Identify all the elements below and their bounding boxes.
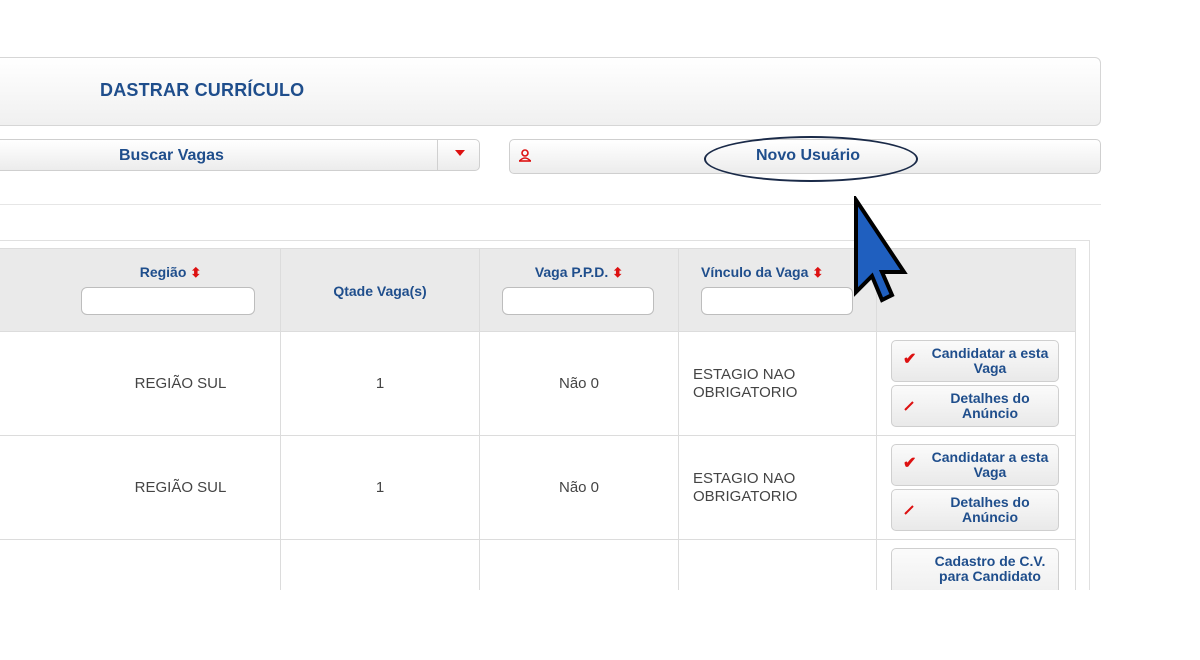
vinculo-line: ESTAGIO NAO [693,365,796,383]
cell-vinculo: ESTAGIO NAO OBRIGATORIO [678,331,877,436]
table-row: REGIÃO SUL 1 Não 0 ESTAGIO NAO OBRIGATOR… [0,435,1076,540]
cell-vinculo [678,539,877,590]
page-viewport: DASTRAR CURRÍCULO Buscar Vagas Novo Usuá… [0,0,1200,590]
vinculo-line: ESTAGIO NAO [693,469,796,487]
cell-actions: ✔ Candidatar a esta Vaga Detalhes do Anú… [876,331,1076,436]
details-button[interactable]: Detalhes do Anúncio [891,489,1059,531]
divider [0,204,1101,205]
column-label: Região [139,264,187,280]
table-header-row: Região ⬍ Qtade Vaga(s) Vaga P.P.D. ⬍ Vín… [0,248,1076,332]
sort-icon[interactable]: ⬍ [612,265,623,280]
cell-regiao: REGIÃO SUL [0,331,281,436]
cell-vinculo: ESTAGIO NAO OBRIGATORIO [678,435,877,540]
column-label: Vaga P.P.D. [534,264,609,280]
details-button[interactable]: Detalhes do Anúncio [891,385,1059,427]
vinculo-line: OBRIGATORIO [693,487,798,505]
cell-qtade: 1 [280,331,480,436]
vinculo-line: OBRIGATORIO [693,383,798,401]
sort-icon[interactable]: ⬍ [812,265,823,280]
page-title: DASTRAR CURRÍCULO [100,80,305,100]
search-dropdown-label[interactable]: Buscar Vagas [119,147,224,165]
cell-regiao [0,539,281,590]
pencil-icon [904,505,914,515]
column-label: Vínculo da Vaga [701,264,809,280]
cell-actions: ✔ Cadastro de C.V. para Candidato [876,539,1076,590]
cell-qtade [280,539,480,590]
cell-ppd [479,539,679,590]
new-user-button[interactable] [509,139,1101,174]
column-header-qtade: Qtade Vaga(s) [280,248,480,332]
chevron-down-icon[interactable] [455,150,465,156]
cell-regiao: REGIÃO SUL [0,435,281,540]
user-icon[interactable] [518,148,532,162]
sort-icon[interactable]: ⬍ [190,265,201,280]
vacancies-table: Região ⬍ Qtade Vaga(s) Vaga P.P.D. ⬍ Vín… [0,248,1076,590]
apply-button[interactable]: ✔ Candidatar a esta Vaga [891,444,1059,486]
table-row: REGIÃO SUL 1 Não 0 ESTAGIO NAO OBRIGATOR… [0,331,1076,436]
cell-actions: ✔ Candidatar a esta Vaga Detalhes do Anú… [876,435,1076,540]
filter-input-regiao[interactable] [81,287,255,315]
filter-input-ppd[interactable] [502,287,654,315]
apply-button[interactable]: ✔ Candidatar a esta Vaga [891,340,1059,382]
column-header-regiao[interactable]: Região ⬍ [0,248,281,332]
column-label: Qtade Vaga(s) [333,283,427,299]
column-header-ppd[interactable]: Vaga P.P.D. ⬍ [479,248,679,332]
filter-input-vinculo[interactable] [701,287,853,315]
column-header-vinculo[interactable]: Vínculo da Vaga ⬍ [678,248,877,332]
check-icon: ✔ [903,351,917,368]
check-icon: ✔ [903,455,917,472]
search-dropdown[interactable] [0,139,480,171]
mouse-pointer-icon [854,196,908,303]
dropdown-divider [437,140,438,170]
table-row: ✔ Cadastro de C.V. para Candidato [0,539,1076,590]
cell-ppd: Não 0 [479,435,679,540]
pencil-icon [904,401,914,411]
cv-register-button[interactable]: ✔ Cadastro de C.V. para Candidato [891,548,1059,590]
cell-ppd: Não 0 [479,331,679,436]
cell-qtade: 1 [280,435,480,540]
